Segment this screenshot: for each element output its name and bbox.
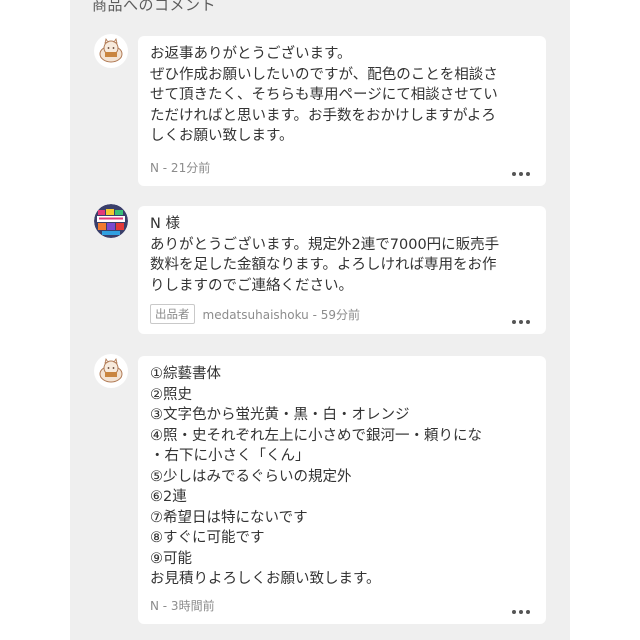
comment-line: ⑨可能: [150, 550, 192, 567]
comment-meta: N - 3時間前: [150, 597, 215, 614]
comment-bubble: N 様 ありがとうございます。規定外2連で7000円に販売手 数料を足した金額な…: [138, 206, 546, 334]
comment-line: ⑦希望日は特にないです: [150, 509, 308, 526]
user-avatar[interactable]: [94, 354, 128, 388]
comment-meta: 出品者 medatsuhaishoku - 59分前: [150, 304, 360, 324]
comment-bubble: お返事ありがとうございます。 ぜひ作成お願いしたいのですが、配色のことを相談さ …: [138, 36, 546, 186]
cat-avatar-icon: [99, 358, 123, 383]
shop-avatar-icon: [94, 204, 128, 238]
comment-line: お返事ありがとうございます。: [150, 46, 352, 62]
comment-item: N 様 ありがとうございます。規定外2連で7000円に販売手 数料を足した金額な…: [94, 204, 546, 334]
comments-panel: 商品へのコメント お返事ありがとうございます。 ぜひ作成お願いしたいのですが、配…: [70, 0, 570, 640]
more-dots-icon[interactable]: [512, 320, 530, 324]
comment-line: しくお願い致します。: [150, 128, 294, 144]
comment-line: ただければと思います。お手数をおかけしますがよろ: [150, 107, 496, 124]
comment-line: ありがとうございます。規定外2連で7000円に販売手: [150, 236, 500, 253]
comment-line: ⑧すぐに可能です: [150, 530, 265, 546]
comment-line: ②照史: [150, 386, 192, 403]
author-time[interactable]: N - 3時間前: [150, 597, 215, 614]
comment-item: ①綜藝書体 ②照史 ③文字色から蛍光黄・黒・白・オレンジ ④照・史それぞれ左上に…: [94, 354, 546, 624]
more-dots-icon[interactable]: [512, 172, 530, 176]
user-avatar[interactable]: [94, 34, 128, 68]
author-time[interactable]: medatsuhaishoku - 59分前: [203, 306, 361, 323]
comment-line: りしますのでご連絡ください。: [150, 277, 353, 294]
comment-item: お返事ありがとうございます。 ぜひ作成お願いしたいのですが、配色のことを相談さ …: [94, 34, 546, 186]
comment-line: ③文字色から蛍光黄・黒・白・オレンジ: [150, 407, 410, 423]
comment-line: お見積りよろしくお願い致します。: [150, 571, 381, 587]
cat-avatar-icon: [99, 38, 123, 63]
seller-avatar[interactable]: [94, 204, 128, 238]
comment-line: N 様: [150, 216, 180, 232]
author-time[interactable]: N - 21分前: [150, 159, 210, 176]
comment-line: 数料を足した金額なります。よろしければ専用をお作: [150, 257, 497, 273]
comment-bubble: ①綜藝書体 ②照史 ③文字色から蛍光黄・黒・白・オレンジ ④照・史それぞれ左上に…: [138, 356, 546, 624]
comment-line: ・右下に小さく「くん」: [150, 448, 310, 464]
comment-line: せて頂きたく、そちらも専用ページにて相談させてい: [150, 87, 498, 103]
comment-meta: N - 21分前: [150, 159, 210, 176]
more-dots-icon[interactable]: [512, 610, 530, 614]
comment-line: ぜひ作成お願いしたいのですが、配色のことを相談さ: [150, 66, 498, 83]
section-title: 商品へのコメント: [92, 0, 217, 14]
comment-line: ⑤少しはみでるぐらいの規定外: [150, 468, 352, 485]
seller-badge: 出品者: [150, 304, 195, 324]
comment-line: ④照・史それぞれ左上に小さめで銀河一・頼りにな: [150, 427, 482, 444]
comment-line: ⑥2連: [150, 489, 187, 505]
comment-line: ①綜藝書体: [150, 366, 221, 382]
